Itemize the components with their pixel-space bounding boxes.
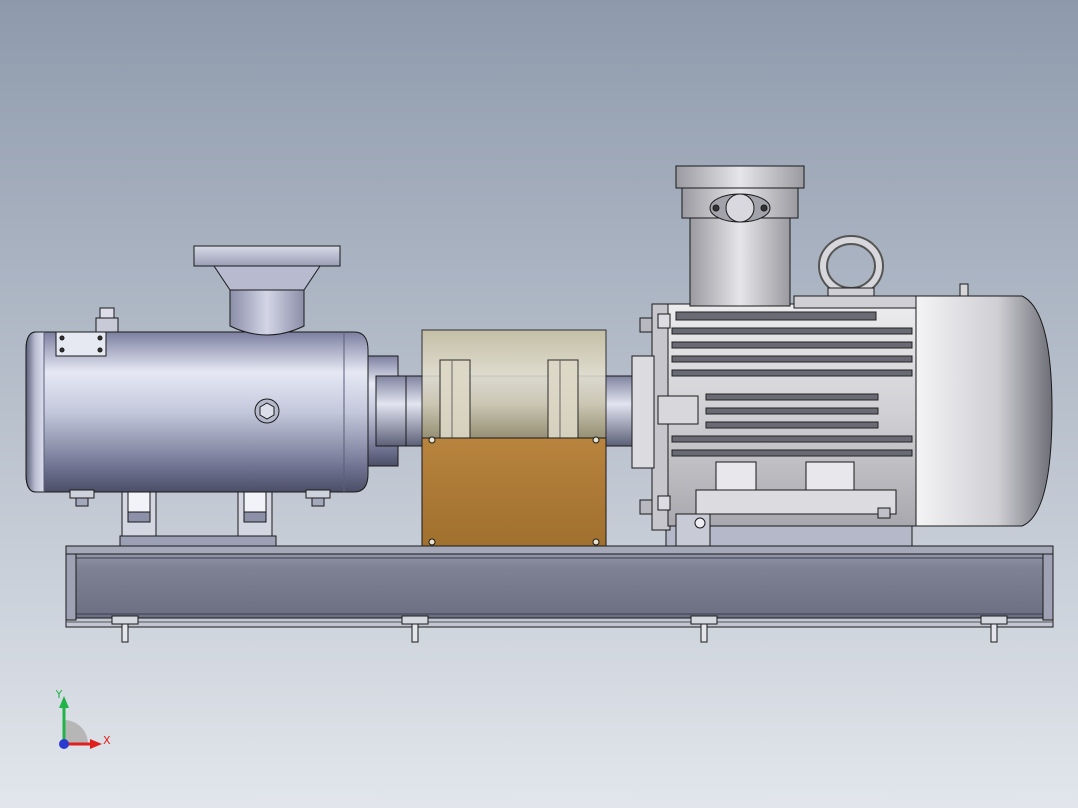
base-frame[interactable] (65, 545, 1054, 628)
x-axis-label: X (103, 734, 111, 747)
discharge-flange (193, 245, 341, 267)
cad-viewport[interactable]: Y X (0, 0, 1078, 808)
y-axis-label: Y (55, 688, 63, 701)
z-axis-dot-icon (59, 739, 69, 749)
coupling-guard-lower-panel (421, 437, 607, 547)
drain-plug-hex (254, 398, 280, 424)
pump-nameplate (55, 331, 107, 357)
pump-mounting-plate (119, 535, 277, 547)
pump-casing-end-cap (25, 331, 45, 493)
cable-gland-icon (709, 193, 771, 223)
motor-hold-down-bolt (675, 513, 711, 547)
fan-cowl (915, 295, 1053, 527)
coupling-guard[interactable] (421, 329, 607, 547)
